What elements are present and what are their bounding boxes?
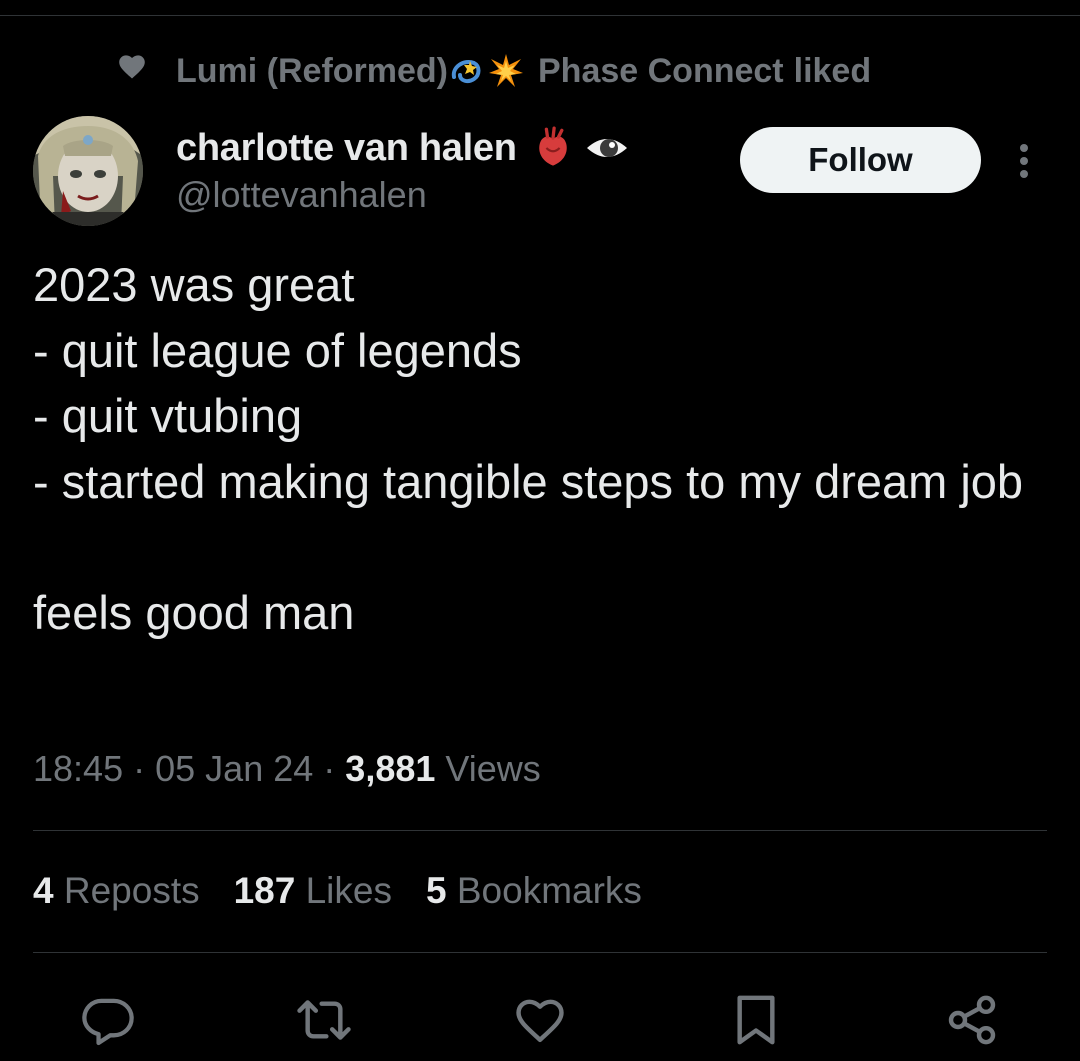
divider	[33, 830, 1047, 831]
repost-icon	[297, 1000, 351, 1040]
social-context[interactable]: Lumi (Reformed) Phase Connect liked	[116, 48, 871, 94]
avatar[interactable]	[33, 116, 143, 226]
tweet-text: 2023 was great - quit league of legends …	[33, 252, 1063, 645]
reposts-stat[interactable]: 4 Reposts	[33, 870, 200, 912]
more-options-button[interactable]	[1006, 138, 1042, 184]
tweet-line: 2023 was great	[33, 258, 355, 311]
author-name-row[interactable]: charlotte van halen	[176, 120, 629, 176]
bookmarks-count: 5	[426, 870, 447, 911]
likes-label: Likes	[305, 870, 392, 911]
tweet-line: - started making tangible steps to my dr…	[33, 454, 1024, 508]
meta-separator: ·	[323, 748, 336, 789]
share-icon	[948, 995, 996, 1045]
repost-button[interactable]	[294, 990, 354, 1050]
views-count: 3,881	[345, 748, 436, 789]
more-vertical-icon	[1020, 144, 1028, 178]
top-divider	[0, 15, 1080, 16]
eye-emoji	[586, 139, 627, 157]
divider	[33, 952, 1047, 953]
tweet-line: - quit league of legends	[33, 323, 522, 377]
engagement-stats: 4 Reposts 187 Likes 5 Bookmarks	[33, 870, 676, 912]
comet-sparkle-emoji	[451, 60, 481, 84]
liked-by-name-2: Phase Connect	[538, 51, 784, 90]
heart-icon	[119, 55, 145, 79]
views-label: Views	[445, 748, 541, 789]
bookmark-icon	[737, 995, 775, 1045]
anatomical-heart-emoji	[538, 126, 567, 166]
reposts-count: 4	[33, 870, 54, 911]
meta-separator: ·	[133, 748, 146, 789]
liked-by-name: Lumi (Reformed)	[176, 51, 448, 90]
bookmark-button[interactable]	[726, 990, 786, 1050]
bookmarks-label: Bookmarks	[456, 870, 642, 911]
collision-emoji	[489, 54, 523, 87]
tweet-time[interactable]: 18:45	[33, 748, 123, 789]
liked-action-text: liked	[793, 51, 872, 90]
tweet-line: - quit vtubing	[33, 389, 303, 442]
bookmarks-stat[interactable]: 5 Bookmarks	[426, 870, 642, 912]
author-handle[interactable]: @lottevanhalen	[176, 174, 427, 216]
likes-count: 187	[233, 870, 296, 911]
reply-button[interactable]	[78, 990, 138, 1050]
likes-stat[interactable]: 187 Likes	[234, 870, 392, 912]
reply-icon	[82, 998, 134, 1046]
avatar-image	[33, 116, 143, 226]
share-button[interactable]	[942, 990, 1002, 1050]
reposts-label: Reposts	[63, 870, 200, 911]
tweet-date[interactable]: 05 Jan 24	[155, 748, 313, 789]
like-icon	[516, 999, 564, 1043]
tweet-line: feels good man	[33, 585, 355, 639]
follow-button[interactable]: Follow	[740, 127, 981, 193]
display-name: charlotte van halen	[176, 126, 517, 169]
tweet-meta: 18:45 · 05 Jan 24 · 3,881 Views	[33, 748, 541, 790]
like-button[interactable]	[510, 990, 570, 1050]
